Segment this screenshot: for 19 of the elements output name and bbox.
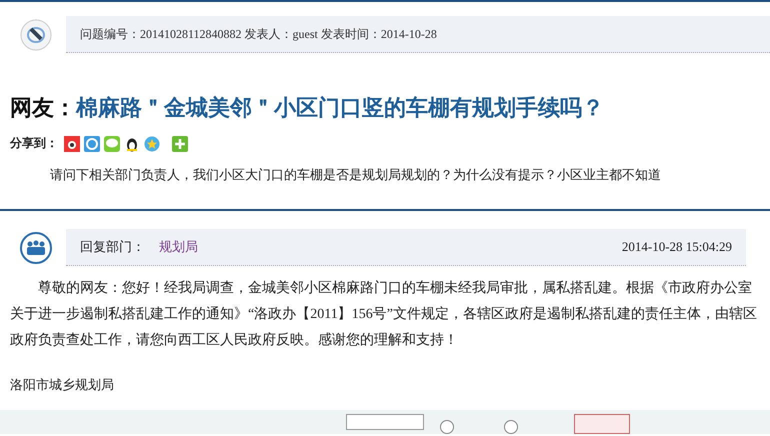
radio-button[interactable]	[504, 420, 518, 434]
reply-body: 尊敬的网友：您好！经我局调查，金城美邻小区棉麻路门口的车棚未经我局审批，属私搭乱建。根据《市政府办公室关于进一步遏制私搭乱建工作的通知》“洛政办【2011】156号”文件规定，各辖区政府是遏制私搭乱建的责任主体，由辖区政府负责查处工作，请您向西工区人民政府反映。感谢您的理解和支持！	[10, 279, 758, 350]
title-prefix: 网友：	[10, 95, 76, 123]
question-title: 棉麻路＂金城美邻＂小区门口竖的车棚有规划手续吗？	[76, 94, 604, 123]
penguin-icon[interactable]	[124, 136, 140, 152]
department-label: 回复部门：	[80, 238, 145, 256]
reply-time: 2014-10-28 15:04:29	[622, 239, 732, 255]
submit-button[interactable]	[574, 414, 630, 434]
people-avatar-icon	[20, 232, 52, 264]
radio-button[interactable]	[440, 420, 454, 434]
plus-icon[interactable]	[172, 136, 188, 152]
reply-signature: 洛阳市城乡规划局	[10, 376, 115, 394]
share-label: 分享到：	[10, 135, 58, 152]
question-meta: 问题编号：20141028112840882 发表人：guest 发表时间：2014-10-28	[66, 16, 770, 53]
input-field[interactable]	[346, 414, 424, 430]
question-body: 请问下相关部门负责人，我们小区大门口的车棚是否是规划局规划的？为什么没有提示？小区业主都不知道	[50, 166, 662, 184]
department-link[interactable]: 规划局	[159, 238, 198, 256]
pen-avatar-icon	[20, 18, 52, 50]
star-icon[interactable]	[144, 136, 160, 152]
